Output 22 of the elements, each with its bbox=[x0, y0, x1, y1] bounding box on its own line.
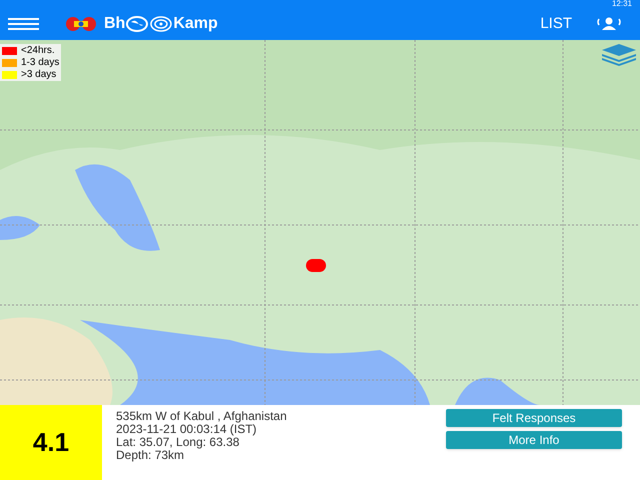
quake-coordinates: Lat: 35.07, Long: 63.38 bbox=[116, 436, 240, 449]
quake-depth: Depth: 73km bbox=[116, 449, 184, 462]
globe-icon bbox=[126, 16, 148, 32]
legend-label: >3 days bbox=[21, 69, 56, 80]
action-button[interactable]: More Info bbox=[446, 431, 622, 449]
legend-label: <24hrs. bbox=[21, 45, 55, 56]
action-button[interactable]: Felt Responses bbox=[446, 409, 622, 427]
logo-text: Kamp bbox=[173, 14, 218, 34]
people-alert-icon[interactable] bbox=[596, 17, 622, 31]
legend-label: 1-3 days bbox=[21, 57, 60, 68]
logo-icon bbox=[64, 16, 98, 32]
map-drawing[interactable] bbox=[0, 40, 640, 405]
quake-time: 2023-11-21 00:03:14 (IST) bbox=[116, 423, 257, 436]
target-icon bbox=[150, 16, 172, 32]
menu-icon[interactable] bbox=[8, 17, 40, 31]
quake-location: 535km W of Kabul , Afghanistan bbox=[116, 410, 288, 423]
list-button[interactable]: LIST bbox=[540, 12, 572, 36]
status-time: 12:31 bbox=[612, 0, 632, 8]
logo-text: Bh bbox=[104, 14, 126, 34]
magnitude-badge: 4.1 bbox=[0, 405, 102, 480]
layers-icon[interactable] bbox=[602, 44, 636, 66]
earthquake-marker[interactable] bbox=[306, 259, 326, 272]
